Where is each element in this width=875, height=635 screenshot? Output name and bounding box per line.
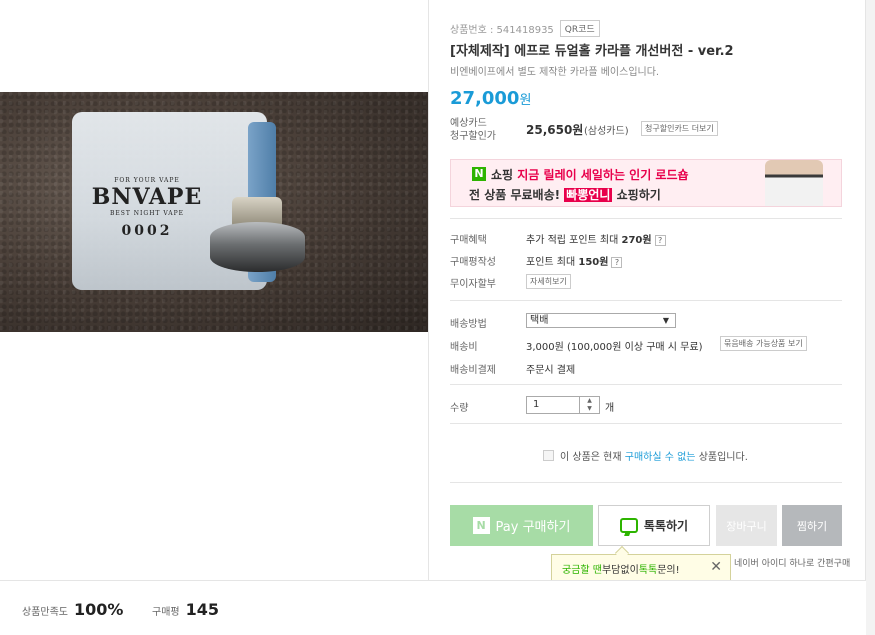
- tooltip-part4: 문의!: [657, 564, 680, 576]
- box-label: FOR YOUR VAPE BNVAPE BEST NIGHT VAPE 000…: [72, 177, 222, 239]
- divider: [450, 300, 842, 301]
- chat-bubble-icon: [619, 518, 638, 533]
- satisfaction-value: 100%: [74, 600, 124, 619]
- notice-text: 이 상품은 현재 구매하실 수 없는 상품입니다.: [560, 448, 748, 463]
- card-more-button[interactable]: 청구할인카드 더보기: [641, 121, 718, 136]
- quantity-unit: 개: [605, 403, 615, 414]
- notice-suffix: 상품입니다.: [695, 452, 748, 463]
- shipping-method-label: 배송방법: [450, 319, 487, 330]
- banner-line2-suffix: 쇼핑하기: [612, 188, 661, 202]
- promo-banner[interactable]: N 쇼핑 지금 릴레이 세일하는 인기 로드숍 전 상품 무료배송! 빠뽕언니 …: [450, 159, 842, 207]
- box-brand-bottom: BEST NIGHT VAPE: [109, 210, 185, 217]
- review-count-value: 145: [185, 600, 220, 619]
- review-count-label: 구매평: [152, 607, 180, 618]
- notice-prefix: 이 상품은 현재: [560, 452, 625, 463]
- purchase-benefit-value: 추가 적립 포인트 최대 270원?: [526, 231, 666, 246]
- divider: [450, 384, 842, 385]
- product-info-panel: [428, 0, 866, 580]
- review-point-amount: 150원: [578, 257, 609, 268]
- tooltip-part1: 궁금할 땐: [562, 564, 602, 576]
- naver-pay-label: Pay 구매하기: [495, 520, 571, 535]
- talk-tooltip: 궁금할 땐 부담없이 톡톡 문의! ✕: [551, 545, 731, 582]
- help-icon[interactable]: ?: [611, 256, 623, 268]
- banner-line2: 전 상품 무료배송! 빠뽕언니 쇼핑하기: [469, 186, 661, 203]
- quantity-stepper[interactable]: ▲ ▼: [580, 396, 600, 414]
- shipping-fee-value: 3,000원 (100,000원 이상 구매 시 무료): [526, 342, 703, 353]
- card-name: (삼성카드): [584, 126, 629, 137]
- footer-bar: [0, 580, 866, 635]
- banner-line1-prefix: 쇼핑: [491, 168, 518, 182]
- quantity-input[interactable]: 1: [526, 396, 580, 414]
- review-point-prefix: 포인트 최대: [526, 257, 579, 268]
- close-icon[interactable]: ✕: [710, 559, 722, 575]
- notice-highlight: 구매하실 수 없는: [624, 452, 696, 463]
- price-value: 27,000: [450, 88, 520, 109]
- divider: [450, 482, 842, 483]
- banner-line2-highlight: 빠뽕언니: [564, 188, 613, 202]
- banner-line2-prefix: 전 상품 무료배송!: [469, 188, 565, 202]
- tooltip-part2: 부담없이: [601, 564, 639, 576]
- talk-talk-button[interactable]: 톡톡하기: [598, 505, 710, 546]
- installment-detail-button[interactable]: 자세히보기: [526, 274, 571, 289]
- cart-button[interactable]: 장바구니: [716, 505, 777, 546]
- shipping-method-value: 택배: [530, 315, 549, 326]
- banner-model-image: [765, 160, 823, 206]
- card-label-line2: 청구할인가: [450, 131, 496, 142]
- installment-label: 무이자할부: [450, 279, 496, 290]
- purchase-benefit-prefix: 추가 적립 포인트 최대: [526, 235, 622, 246]
- satisfaction-stat: 상품만족도 100%: [22, 600, 123, 619]
- box-number: 0002: [121, 223, 173, 239]
- purchase-benefit-amount: 270원: [621, 235, 652, 246]
- quantity-label: 수량: [450, 403, 469, 414]
- divider: [450, 423, 842, 424]
- bundle-shipping-button[interactable]: 묶음배송 가능상품 보기: [720, 336, 807, 351]
- box-brand: BNVAPE: [91, 184, 203, 210]
- shipping-method-select[interactable]: 택배 ▼: [526, 313, 676, 328]
- product-image[interactable]: FOR YOUR VAPE BNVAPE BEST NIGHT VAPE 000…: [0, 92, 428, 332]
- purchase-benefit-label: 구매혜택: [450, 235, 487, 246]
- qr-code-button[interactable]: QR코드: [559, 20, 600, 37]
- talk-talk-label: 톡톡하기: [643, 519, 689, 533]
- price-unit: 원: [519, 93, 532, 108]
- tooltip-part3: 톡톡: [638, 564, 658, 576]
- product-subtitle: 비엔베이프에서 별도 제작한 카라플 베이스입니다.: [450, 67, 660, 78]
- naver-n-icon: N: [472, 167, 486, 181]
- scrollbar-track[interactable]: [866, 0, 875, 635]
- product-number: 상품번호 : 541418935: [450, 25, 554, 36]
- naver-id-note: 네이버 아이디 하나로 간편구매: [734, 559, 851, 569]
- shipping-payment-label: 배송비결제: [450, 365, 496, 376]
- box-brand-top: FOR YOUR VAPE: [114, 177, 180, 184]
- card-discount-price: 25,650원: [526, 123, 584, 137]
- banner-line1: 쇼핑 지금 릴레이 세일하는 인기 로드숍: [491, 166, 689, 183]
- divider: [450, 218, 842, 219]
- naver-pay-icon: N: [472, 517, 490, 534]
- review-point-value: 포인트 최대 150원?: [526, 253, 623, 268]
- naver-pay-button[interactable]: N Pay 구매하기: [450, 505, 593, 546]
- wishlist-button[interactable]: 찜하기: [782, 505, 842, 546]
- product-price: 27,000원: [450, 88, 531, 109]
- satisfaction-label: 상품만족도: [22, 607, 68, 618]
- review-point-label: 구매평작성: [450, 257, 496, 268]
- review-count-stat: 구매평 145: [152, 600, 219, 619]
- dropdown-arrow-icon: ▼: [662, 316, 669, 325]
- product-number-row: 상품번호 : 541418935 QR코드: [450, 20, 600, 37]
- rda-base: [210, 222, 305, 272]
- card-label-line1: 예상카드: [450, 118, 487, 129]
- notice-checkbox: [543, 450, 554, 461]
- help-icon[interactable]: ?: [654, 234, 666, 246]
- shipping-payment-value: 주문시 결제: [526, 365, 576, 376]
- unavailable-notice: 이 상품은 현재 구매하실 수 없는 상품입니다.: [543, 448, 748, 463]
- product-title: [자체제작] 에프로 듀얼홀 카라플 개선버전 - ver.2: [450, 44, 734, 59]
- card-discount-label: 예상카드 청구할인가: [450, 117, 496, 143]
- banner-line1-highlight: 지금 릴레이 세일하는 인기 로드숍: [517, 168, 689, 182]
- shipping-fee-label: 배송비: [450, 342, 478, 353]
